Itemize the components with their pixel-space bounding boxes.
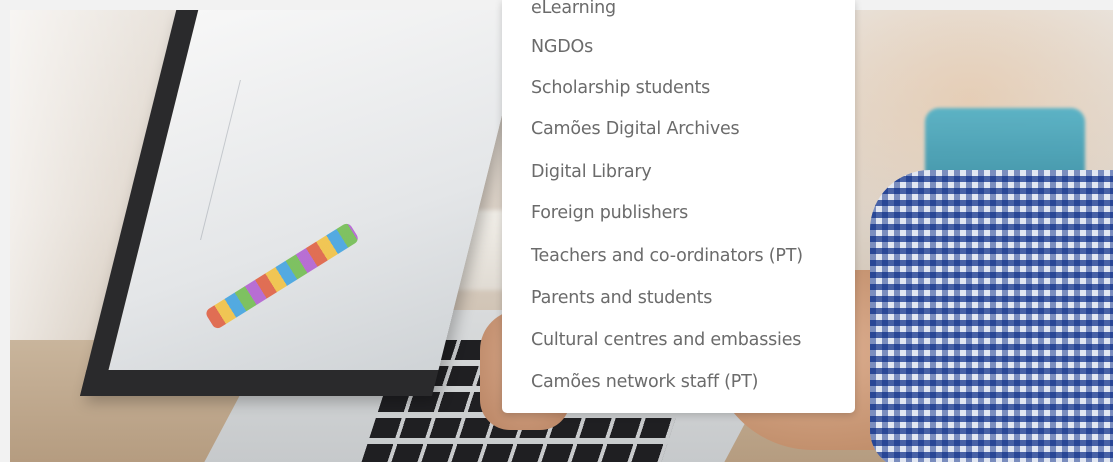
menu-item-camoes-digital-archives[interactable]: Camões Digital Archives (531, 119, 740, 139)
menu-item-foreign-publishers[interactable]: Foreign publishers (531, 203, 688, 223)
menu-item-cultural-centres[interactable]: Cultural centres and embassies (531, 330, 801, 350)
menu-item-ngdos[interactable]: NGDOs (531, 37, 593, 57)
menu-item-teachers-coordinators[interactable]: Teachers and co-ordinators (PT) (531, 246, 803, 266)
menu-item-elearning[interactable]: eLearning (531, 0, 616, 18)
menu-item-digital-library[interactable]: Digital Library (531, 162, 652, 182)
hero-shirt-sleeve (870, 170, 1113, 462)
menu-item-camoes-network-staff[interactable]: Camões network staff (PT) (531, 372, 758, 392)
dropdown-menu: eLearning NGDOs Scholarship students Cam… (502, 0, 855, 413)
menu-item-scholarship-students[interactable]: Scholarship students (531, 78, 710, 98)
menu-item-parents-students[interactable]: Parents and students (531, 288, 712, 308)
page: eLearning NGDOs Scholarship students Cam… (0, 0, 1113, 462)
